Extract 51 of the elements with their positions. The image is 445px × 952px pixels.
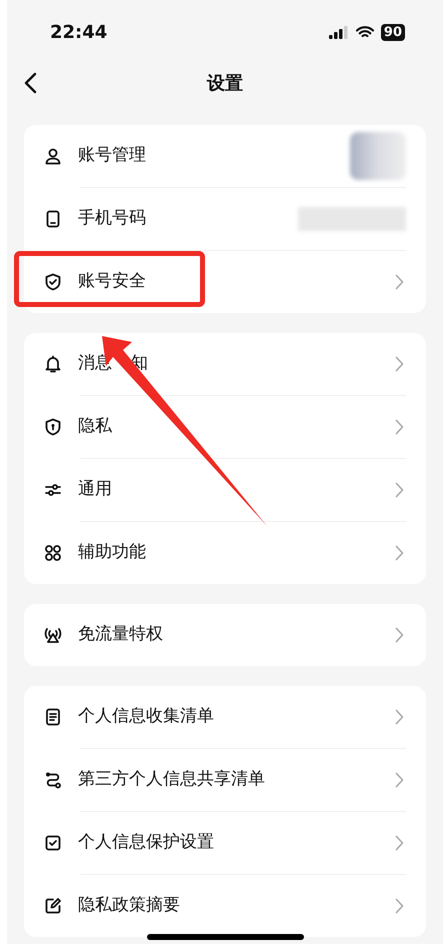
row-label: 隐私政策摘要: [78, 894, 180, 918]
row-label: 第三方个人信息共享清单: [78, 768, 265, 792]
row-label: 手机号码: [78, 207, 146, 230]
blurred-avatar: [350, 132, 406, 180]
bell-icon: [44, 355, 62, 373]
settings-row[interactable]: 账号安全: [44, 251, 406, 313]
chevron-right-icon: [395, 545, 404, 561]
row-label: 隐私: [78, 415, 112, 438]
row-label: 通用: [78, 478, 112, 502]
row-label: 账号管理: [78, 144, 146, 168]
row-label: 账号安全: [78, 270, 146, 294]
chevron-right-icon: [395, 356, 404, 372]
settings-row[interactable]: 辅助功能: [44, 522, 406, 584]
antenna-icon: [44, 626, 62, 644]
page-title: 设置: [207, 72, 243, 96]
edit-icon: [44, 897, 62, 915]
row-label: 个人信息收集清单: [78, 705, 214, 728]
battery-level: 90: [380, 24, 405, 40]
signal-icon: [328, 26, 349, 38]
row-label: 个人信息保护设置: [78, 831, 214, 854]
row-label: 辅助功能: [78, 541, 146, 564]
chevron-right-icon: [395, 482, 404, 498]
settings-row[interactable]: 个人信息收集清单: [44, 686, 406, 748]
chevron-right-icon: [395, 419, 404, 435]
back-icon[interactable]: [23, 72, 37, 94]
chevron-right-icon: [395, 274, 404, 290]
status-time: 22:44: [50, 20, 108, 44]
settings-row[interactable]: 个人信息保护设置: [44, 812, 406, 874]
route-icon: [44, 771, 62, 789]
wifi-icon: [356, 26, 374, 38]
chevron-right-icon: [395, 709, 404, 725]
grid-icon: [44, 544, 62, 562]
settings-row[interactable]: 第三方个人信息共享清单: [44, 749, 406, 811]
settings-row[interactable]: 免流量特权: [44, 604, 406, 666]
sliders-icon: [44, 481, 62, 499]
chevron-right-icon: [395, 772, 404, 788]
document-icon: [44, 708, 62, 726]
settings-row[interactable]: 账号管理: [44, 125, 406, 187]
phone-icon: [44, 210, 62, 228]
person-icon: [44, 147, 62, 165]
checkbox-icon: [44, 834, 62, 852]
settings-row[interactable]: 隐私: [44, 396, 406, 458]
chevron-right-icon: [395, 898, 404, 914]
chevron-right-icon: [395, 627, 404, 643]
settings-row[interactable]: 通用: [44, 459, 406, 521]
row-label: 免流量特权: [78, 623, 163, 646]
settings-row[interactable]: 手机号码: [44, 188, 406, 250]
shield-check-icon: [44, 273, 62, 291]
settings-row[interactable]: 隐私政策摘要: [44, 875, 406, 937]
shield-lock-icon: [44, 418, 62, 436]
chevron-right-icon: [395, 835, 404, 851]
